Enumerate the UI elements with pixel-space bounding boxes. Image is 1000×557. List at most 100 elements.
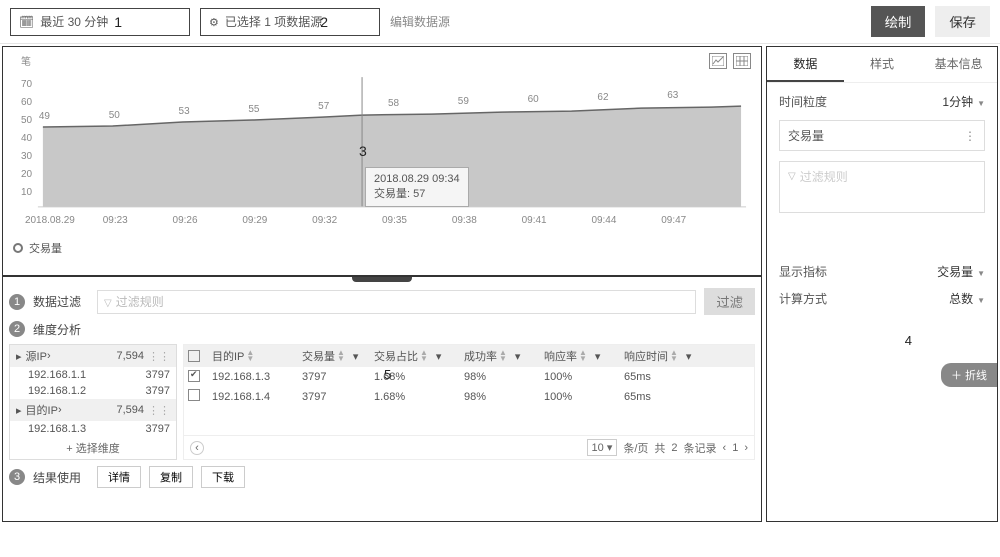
filter-section-label: 数据过滤: [33, 293, 89, 310]
svg-text:50: 50: [21, 115, 33, 126]
calendar-icon: [19, 15, 34, 29]
add-line-series-button[interactable]: ＋ 折线: [941, 363, 997, 387]
col-response-rate[interactable]: 响应率▲▼▾: [544, 348, 624, 364]
drag-handle-icon[interactable]: ⋮⋮: [148, 350, 170, 363]
draw-button[interactable]: 绘制: [871, 6, 926, 37]
row-checkbox[interactable]: [188, 370, 200, 382]
drag-handle-icon[interactable]: ⋮⋮: [148, 404, 170, 417]
svg-text:50: 50: [109, 110, 121, 121]
chart-panel: 笔 706050 40302010 495053 555758 59606263…: [3, 47, 761, 277]
chart-tooltip: 2018.08.29 09:34 交易量: 57: [365, 167, 469, 207]
svg-text:09:35: 09:35: [382, 215, 407, 226]
grid-view-icon[interactable]: [733, 53, 751, 69]
dim-row[interactable]: 192.168.1.33797: [10, 421, 176, 437]
table-row[interactable]: 192.168.1.3 3797 1.68% 98% 100% 65ms: [184, 367, 754, 386]
step-1-marker: 1: [114, 14, 122, 30]
step-3-marker: 3: [359, 143, 367, 159]
chart-legend: 交易量: [3, 240, 761, 256]
svg-text:10: 10: [21, 187, 33, 198]
detail-button[interactable]: 详情: [97, 466, 141, 488]
dim-source-ip-header[interactable]: ▸ 源IP› 7,594 ⋮⋮: [10, 345, 176, 367]
dim-row[interactable]: 192.168.1.23797: [10, 383, 176, 399]
col-ratio[interactable]: 交易占比▲▼▾: [374, 348, 464, 364]
svg-text:58: 58: [388, 98, 400, 109]
svg-text:57: 57: [318, 101, 330, 112]
granularity-select[interactable]: 1分钟▼: [942, 93, 985, 110]
calc-method-label: 计算方式: [779, 290, 827, 307]
image-view-icon[interactable]: [709, 53, 727, 69]
step-5-marker: 5: [384, 367, 391, 382]
col-dest-ip[interactable]: 目的IP▲▼: [212, 348, 302, 364]
legend-marker-icon: [13, 243, 23, 253]
svg-text:59: 59: [458, 96, 470, 107]
source-label: 已选择 1 项数据源: [225, 13, 322, 30]
svg-text:09:41: 09:41: [522, 215, 547, 226]
source-icon: [209, 15, 219, 29]
tab-style[interactable]: 样式: [844, 47, 921, 82]
time-range-selector[interactable]: 最近 30 分钟 1: [10, 8, 190, 36]
tab-info[interactable]: 基本信息: [920, 47, 997, 82]
svg-text:60: 60: [528, 94, 540, 105]
time-range-label: 最近 30 分钟: [40, 13, 108, 30]
svg-text:30: 30: [21, 151, 33, 162]
result-section-label: 结果使用: [33, 469, 89, 486]
download-button[interactable]: 下载: [201, 466, 245, 488]
svg-text:55: 55: [248, 104, 260, 115]
analysis-section-label: 维度分析: [33, 321, 89, 338]
save-button[interactable]: 保存: [935, 6, 990, 37]
svg-text:70: 70: [21, 79, 33, 90]
svg-text:09:38: 09:38: [452, 215, 477, 226]
tab-data[interactable]: 数据: [767, 47, 844, 82]
show-metric-select[interactable]: 交易量▼: [937, 263, 985, 280]
add-dimension-button[interactable]: + 选择维度: [10, 437, 176, 459]
pager-back-icon[interactable]: ‹: [190, 441, 204, 455]
granularity-label: 时间粒度: [779, 93, 827, 110]
col-success[interactable]: 成功率▲▼▾: [464, 348, 544, 364]
line-chart[interactable]: 笔 706050 40302010 495053 555758 59606263…: [3, 47, 761, 237]
svg-text:60: 60: [21, 97, 33, 108]
svg-text:09:29: 09:29: [242, 215, 267, 226]
dim-dest-ip-header[interactable]: ▸ 目的IP› 7,594 ⋮⋮: [10, 399, 176, 421]
col-response-time[interactable]: 响应时间▲▼▾: [624, 348, 714, 364]
svg-text:09:44: 09:44: [591, 215, 616, 226]
right-filter-input[interactable]: 过滤规则: [779, 161, 985, 213]
section-3-badge: 3: [9, 469, 25, 485]
pager-next[interactable]: ›: [744, 442, 748, 454]
filter-button[interactable]: 过滤: [704, 288, 755, 315]
y-axis-label: 笔: [21, 55, 31, 68]
expand-icon[interactable]: ▸: [16, 404, 22, 417]
metric-chip[interactable]: 交易量 ⋮: [779, 120, 985, 151]
metric-more-icon[interactable]: ⋮: [964, 129, 976, 143]
data-source-selector[interactable]: 已选择 1 项数据源 2: [200, 8, 380, 36]
svg-text:09:32: 09:32: [312, 215, 337, 226]
svg-text:09:47: 09:47: [661, 215, 686, 226]
edit-source-link[interactable]: 编辑数据源: [390, 13, 450, 30]
expand-icon[interactable]: ▸: [16, 350, 22, 363]
filter-input[interactable]: 过滤规则: [97, 290, 696, 314]
col-volume[interactable]: 交易量▲▼▾: [302, 348, 374, 364]
section-1-badge: 1: [9, 294, 25, 310]
svg-text:09:26: 09:26: [173, 215, 198, 226]
funnel-icon: [788, 168, 796, 182]
svg-text:40: 40: [21, 133, 33, 144]
step-2-marker: 2: [320, 14, 328, 30]
table-row[interactable]: 192.168.1.4 3797 1.68% 98% 100% 65ms: [184, 386, 754, 407]
step-4-marker: 4: [905, 333, 912, 348]
svg-text:49: 49: [39, 111, 51, 122]
dim-row[interactable]: 192.168.1.13797: [10, 367, 176, 383]
page-size-select[interactable]: 10 ▾: [587, 439, 618, 456]
analysis-table: 目的IP▲▼ 交易量▲▼▾ 交易占比▲▼▾ 成功率▲▼▾ 响应率▲▼▾ 响应时间…: [183, 344, 755, 460]
show-metric-label: 显示指标: [779, 263, 827, 280]
pager-prev[interactable]: ‹: [723, 442, 727, 454]
svg-text:53: 53: [179, 106, 191, 117]
select-all-checkbox[interactable]: [188, 350, 200, 362]
calc-method-select[interactable]: 总数▼: [949, 290, 985, 307]
svg-text:63: 63: [667, 90, 679, 101]
copy-button[interactable]: 复制: [149, 466, 193, 488]
svg-text:62: 62: [597, 92, 609, 103]
svg-text:09:23: 09:23: [103, 215, 128, 226]
svg-text:2018.08.29: 2018.08.29: [25, 215, 75, 226]
dimension-panel: ▸ 源IP› 7,594 ⋮⋮ 192.168.1.13797 192.168.…: [9, 344, 177, 460]
row-checkbox[interactable]: [188, 389, 200, 401]
funnel-icon: [104, 295, 112, 309]
